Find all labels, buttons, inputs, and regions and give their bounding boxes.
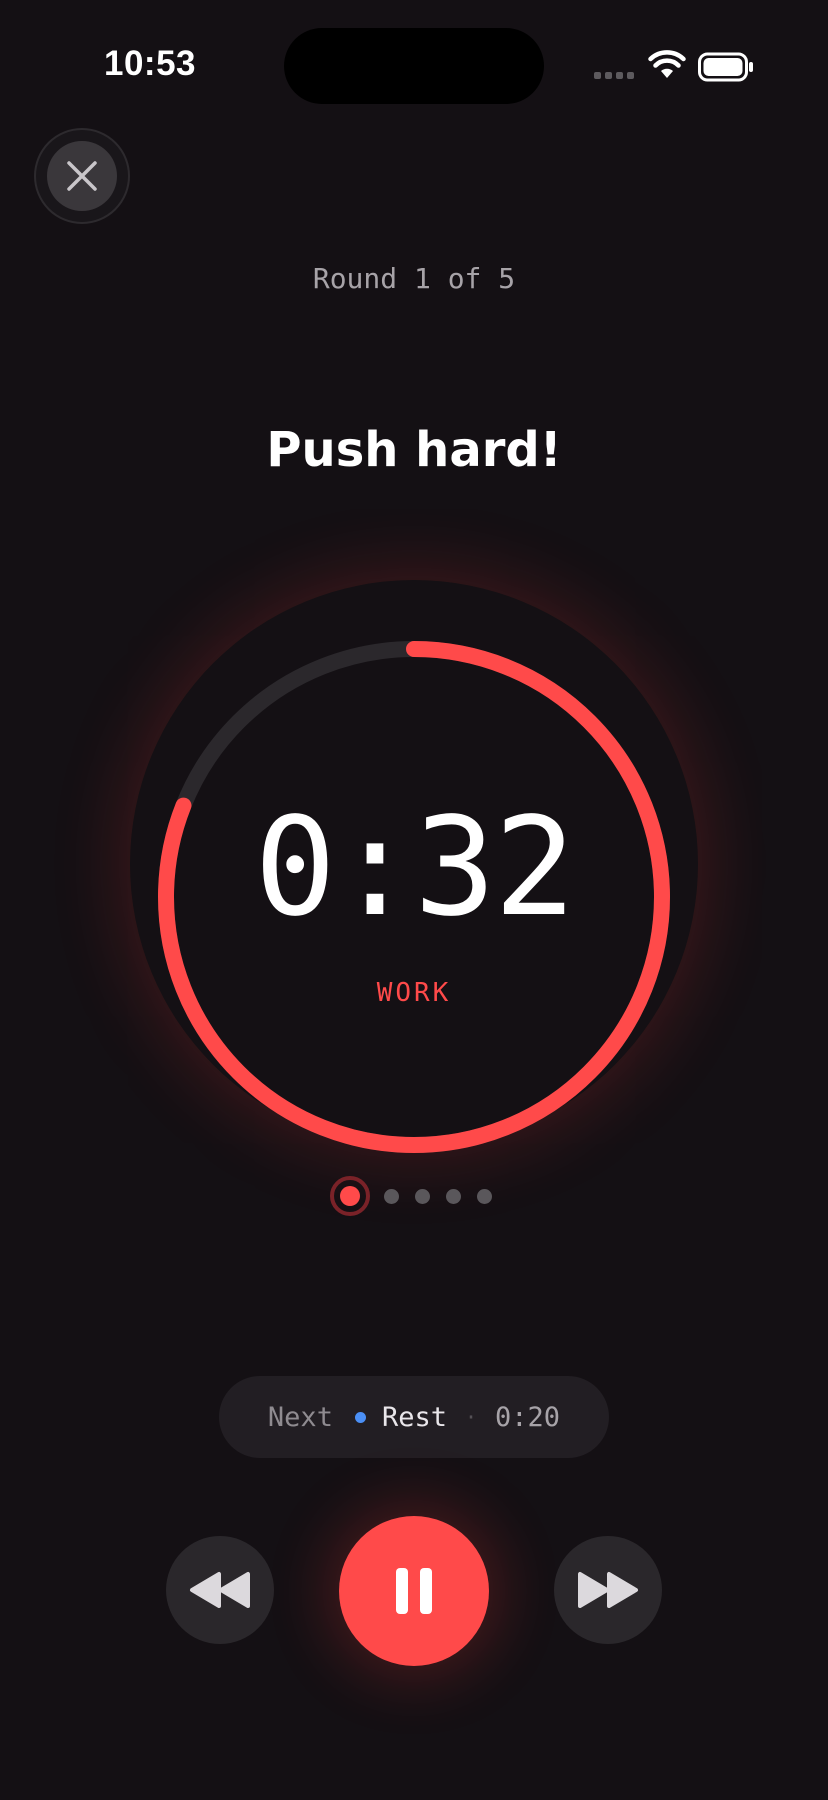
round-dot: [477, 1188, 492, 1204]
up-next-pill: Next Rest · 0:20: [219, 1376, 609, 1458]
up-next-duration: 0:20: [495, 1401, 561, 1433]
skip-forward-button[interactable]: [554, 1536, 662, 1644]
separator: ·: [464, 1405, 478, 1429]
rest-indicator-dot: [354, 1411, 366, 1423]
round-dots: [330, 1176, 492, 1216]
round-dot: [384, 1188, 399, 1204]
phase-label: WORK: [376, 978, 452, 1008]
up-next-name: Rest: [381, 1401, 447, 1433]
previous-button[interactable]: [166, 1536, 274, 1644]
round-dot: [446, 1188, 461, 1204]
round-dot-active: [330, 1176, 370, 1216]
rewind-icon: [190, 1572, 250, 1608]
pause-icon: [396, 1568, 432, 1614]
up-next-label: Next: [267, 1401, 333, 1433]
pause-button[interactable]: [339, 1516, 489, 1666]
round-dot-core: [340, 1186, 360, 1206]
round-dot: [415, 1188, 430, 1204]
countdown-timer: 0:32: [254, 789, 576, 947]
fast-forward-icon: [578, 1572, 638, 1608]
